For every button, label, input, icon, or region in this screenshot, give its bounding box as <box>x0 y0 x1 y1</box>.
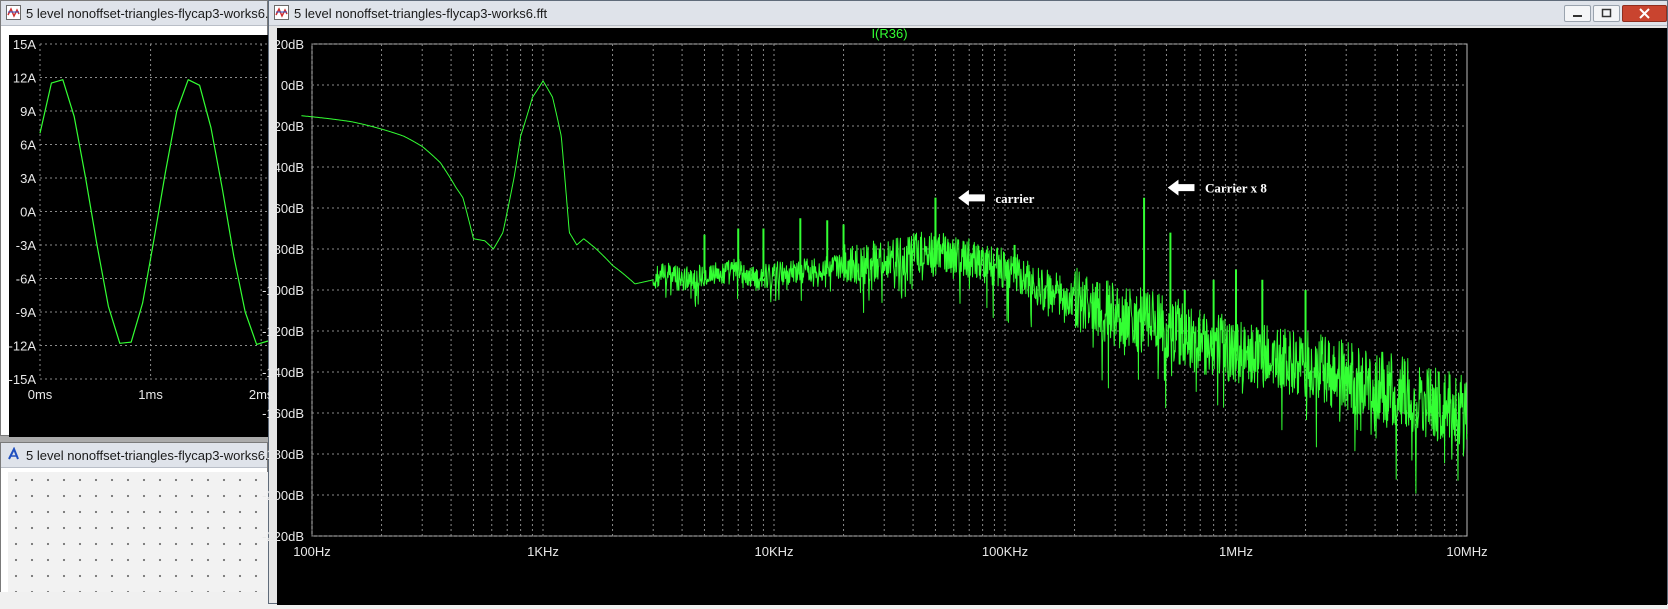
maximize-icon <box>1601 8 1612 18</box>
asc-window-titlebar[interactable]: 5 level nonoffset-triangles-flycap3-work… <box>1 443 289 468</box>
close-icon <box>1639 8 1650 19</box>
raw-plot-area[interactable] <box>9 35 269 437</box>
minimize-button[interactable] <box>1564 5 1591 22</box>
fft-plot-area[interactable] <box>277 28 1667 605</box>
maximize-button[interactable] <box>1593 5 1620 22</box>
schematic-canvas[interactable] <box>8 472 268 609</box>
fft-window-titlebar[interactable]: 5 level nonoffset-triangles-flycap3-work… <box>269 1 1667 26</box>
raw-window-titlebar[interactable]: 5 level nonoffset-triangles-flycap3-work… <box>1 1 290 26</box>
raw-waveform-window[interactable]: 5 level nonoffset-triangles-flycap3-work… <box>0 0 290 437</box>
minimize-icon <box>1573 15 1582 17</box>
waveform-app-icon <box>274 5 289 20</box>
asc-window-title: 5 level nonoffset-triangles-flycap3-work… <box>26 448 289 463</box>
fft-window[interactable]: 5 level nonoffset-triangles-flycap3-work… <box>268 0 1668 605</box>
fft-window-title: 5 level nonoffset-triangles-flycap3-work… <box>294 6 548 21</box>
waveform-app-icon <box>6 5 21 20</box>
schematic-app-icon <box>8 447 19 460</box>
close-button[interactable] <box>1622 5 1667 22</box>
raw-window-title: 5 level nonoffset-triangles-flycap3-work… <box>26 6 290 21</box>
